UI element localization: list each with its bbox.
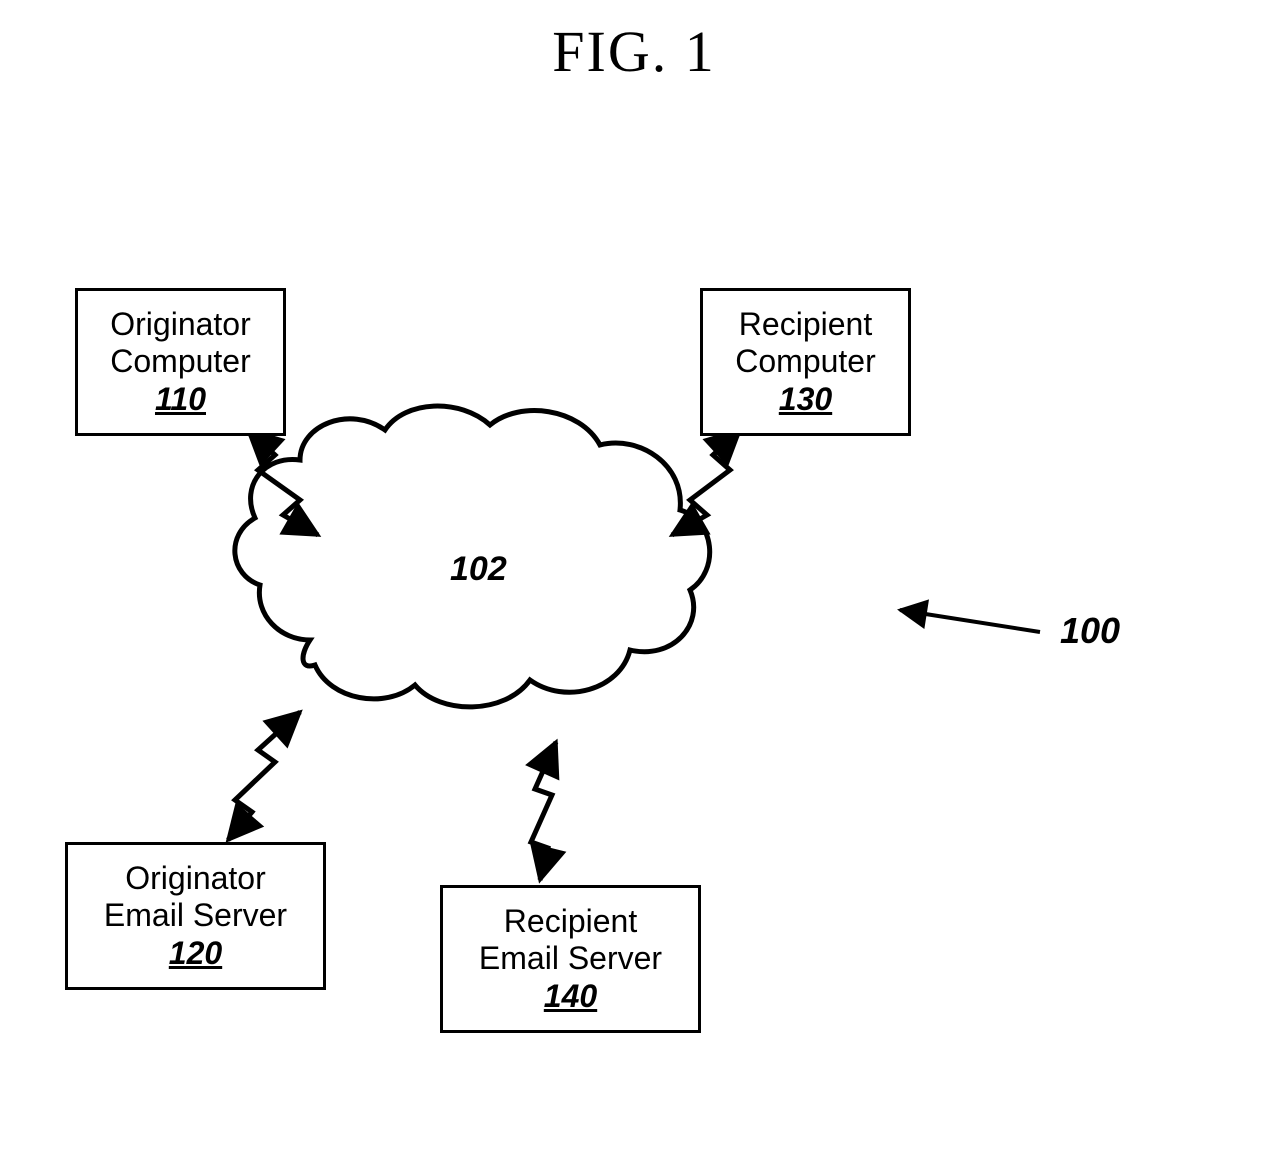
- connector-recipient-server: [531, 742, 556, 880]
- figure-canvas: FIG. 1 102 100 O: [0, 0, 1268, 1157]
- node-label: Originator: [110, 306, 251, 343]
- node-ref: 130: [779, 381, 832, 418]
- node-label: Recipient: [739, 306, 872, 343]
- node-recipient-server: Recipient Email Server 140: [440, 885, 701, 1033]
- node-label: Computer: [110, 343, 251, 380]
- node-label: Email Server: [479, 940, 662, 977]
- cloud-ref: 102: [450, 550, 507, 589]
- node-originator-server: Originator Email Server 120: [65, 842, 326, 990]
- system-ref-arrow: [900, 610, 1040, 632]
- node-recipient-computer: Recipient Computer 130: [700, 288, 911, 436]
- connector-originator-server: [228, 712, 300, 840]
- node-ref: 140: [544, 978, 597, 1015]
- node-label: Email Server: [104, 897, 287, 934]
- node-label: Computer: [735, 343, 876, 380]
- node-ref: 110: [155, 381, 206, 418]
- node-originator-computer: Originator Computer 110: [75, 288, 286, 436]
- system-ref: 100: [1060, 610, 1120, 652]
- node-ref: 120: [169, 935, 222, 972]
- node-label: Recipient: [504, 903, 637, 940]
- node-label: Originator: [125, 860, 266, 897]
